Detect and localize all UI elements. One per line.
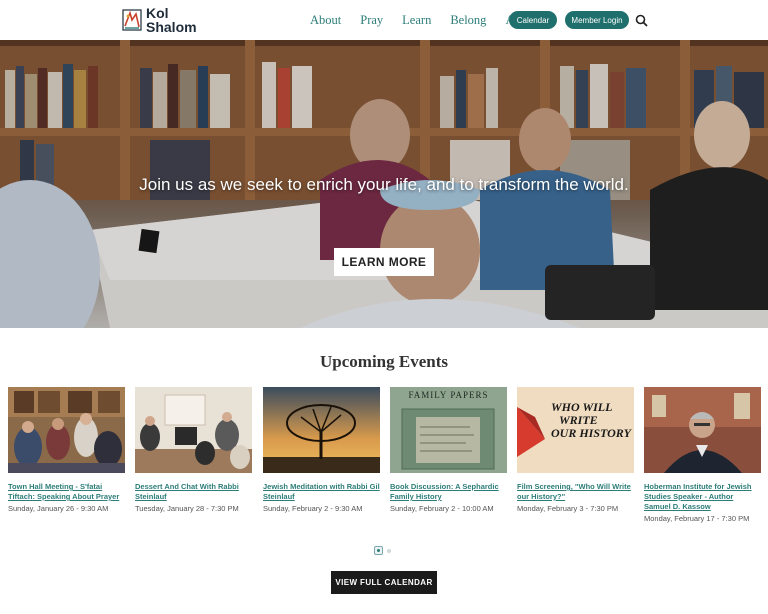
event-image[interactable]: [135, 387, 252, 473]
event-date: Sunday, February 2 - 10:00 AM: [390, 504, 494, 513]
event-title[interactable]: Dessert And Chat With Rabbi Steinlauf: [135, 482, 252, 502]
event-date: Monday, February 17 - 7:30 PM: [644, 514, 750, 523]
event-image[interactable]: FAMILY PAPERS: [390, 387, 507, 473]
event-title[interactable]: Hoberman Institute for Jewish Studies Sp…: [644, 482, 761, 512]
event-card[interactable]: FAMILY PAPERS Book Discussion: A Sephard…: [390, 387, 507, 514]
event-date: Sunday, February 2 - 9:30 AM: [263, 504, 363, 513]
site-logo[interactable]: Kol Shalom: [122, 6, 197, 34]
logo-wordmark: Kol Shalom: [146, 6, 197, 34]
logo-line-1: Kol: [146, 5, 169, 21]
logo-mark-icon: [122, 8, 142, 32]
member-login-button[interactable]: Member Login: [565, 11, 629, 29]
event-image[interactable]: [644, 387, 761, 473]
site-header: Kol Shalom About Pray Learn Belong Act C…: [0, 0, 768, 40]
nav-item-belong[interactable]: Belong: [450, 13, 486, 28]
event-card[interactable]: Dessert And Chat With Rabbi Steinlauf Tu…: [135, 387, 252, 514]
event-card[interactable]: Hoberman Institute for Jewish Studies Sp…: [644, 387, 761, 524]
poster-line-3: OUR HISTORY: [551, 426, 631, 440]
nav-item-about[interactable]: About: [310, 13, 341, 28]
poster-title: WHO WILL WRITE OUR HISTORY: [551, 401, 631, 440]
hero-tagline: Join us as we seek to enrich your life, …: [139, 175, 629, 194]
hero-banner: Join us as we seek to enrich your life, …: [0, 40, 768, 328]
event-title[interactable]: Town Hall Meeting - S'fatai Tiftach: Spe…: [8, 482, 125, 502]
learn-more-button[interactable]: LEARN MORE: [334, 248, 434, 276]
calendar-button[interactable]: Calendar: [509, 11, 557, 29]
event-image[interactable]: [8, 387, 125, 473]
book-cover-title: FAMILY PAPERS: [408, 390, 489, 400]
event-title[interactable]: Book Discussion: A Sephardic Family Hist…: [390, 482, 507, 502]
event-image[interactable]: [263, 387, 380, 473]
logo-line-2: Shalom: [146, 19, 197, 35]
view-full-calendar-button[interactable]: VIEW FULL CALENDAR: [331, 571, 437, 594]
event-card[interactable]: Town Hall Meeting - S'fatai Tiftach: Spe…: [8, 387, 125, 514]
carousel-dot-1[interactable]: [374, 546, 383, 555]
upcoming-events-heading: Upcoming Events: [320, 352, 448, 371]
main-nav: About Pray Learn Belong Act: [310, 0, 543, 40]
event-date: Tuesday, January 28 - 7:30 PM: [135, 504, 239, 513]
event-date: Monday, February 3 - 7:30 PM: [517, 504, 619, 513]
event-image[interactable]: WHO WILL WRITE OUR HISTORY: [517, 387, 634, 473]
event-card[interactable]: WHO WILL WRITE OUR HISTORY Film Screenin…: [517, 387, 634, 514]
nav-item-learn[interactable]: Learn: [402, 13, 431, 28]
carousel-pagination: [374, 546, 391, 555]
search-icon[interactable]: [635, 14, 648, 27]
event-date: Sunday, January 26 - 9:30 AM: [8, 504, 109, 513]
event-card[interactable]: Jewish Meditation with Rabbi Gil Steinla…: [263, 387, 380, 514]
carousel-dot-2[interactable]: [387, 548, 391, 553]
event-title[interactable]: Film Screening, "Who Will Write our Hist…: [517, 482, 634, 502]
nav-item-pray[interactable]: Pray: [360, 13, 383, 28]
event-title[interactable]: Jewish Meditation with Rabbi Gil Steinla…: [263, 482, 380, 502]
